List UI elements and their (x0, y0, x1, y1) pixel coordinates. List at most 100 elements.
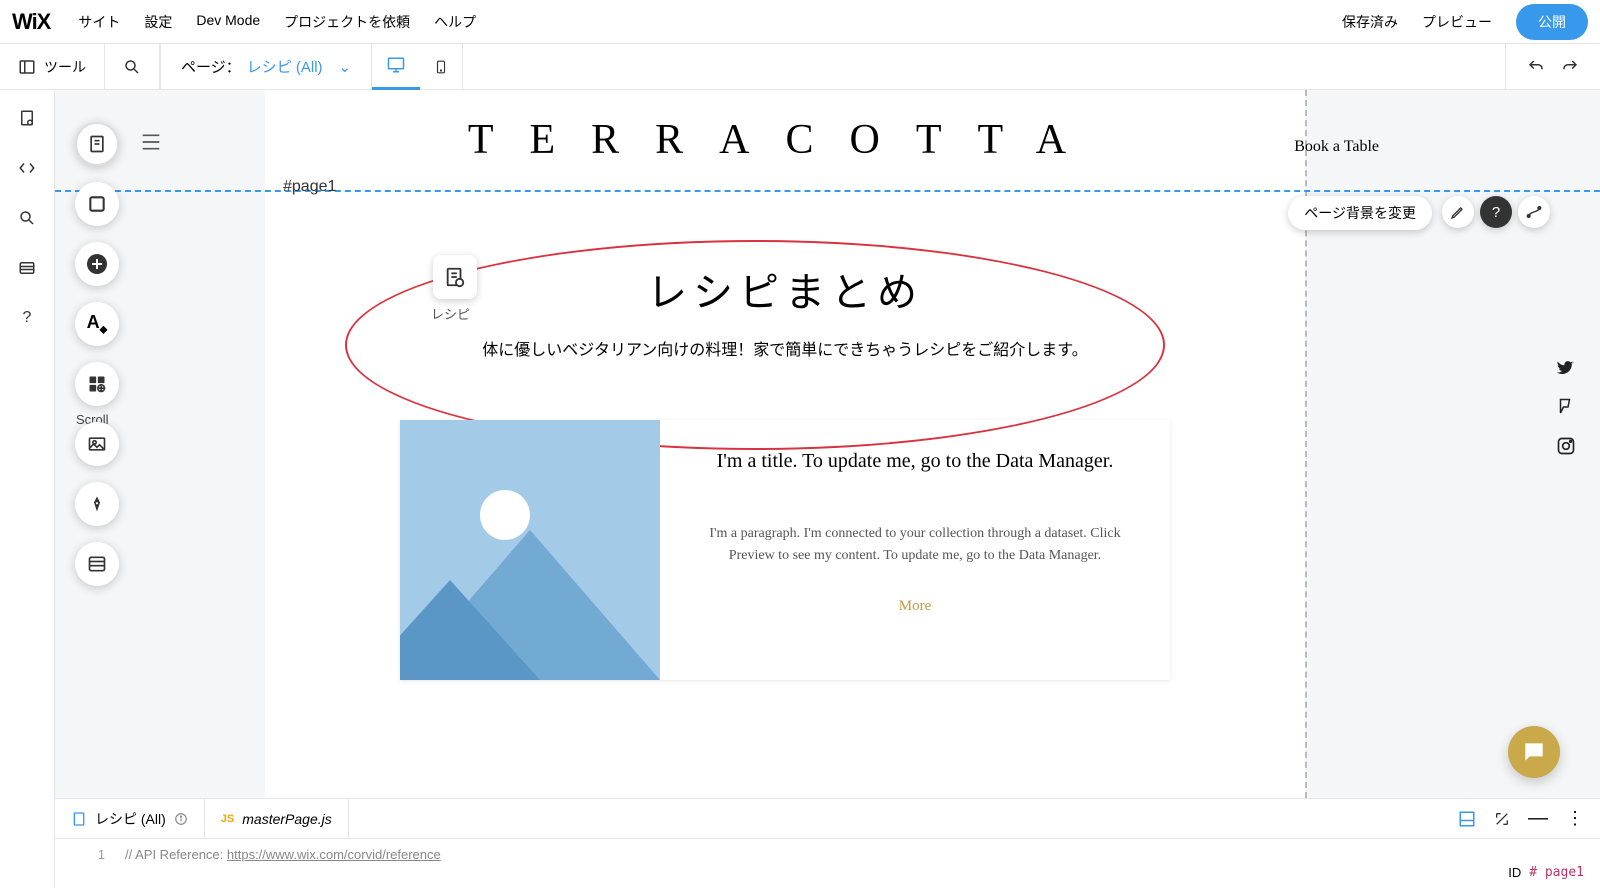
menu-settings[interactable]: 設定 (144, 12, 172, 32)
expand-icon (1494, 811, 1510, 827)
rail-help-icon[interactable]: ? (17, 308, 37, 328)
edit-pen-button[interactable] (1442, 196, 1474, 228)
saved-status: 保存済み (1342, 12, 1398, 32)
undo-icon (1526, 58, 1546, 76)
code-minimize-button[interactable]: — (1528, 807, 1548, 830)
code-layout-button[interactable] (1458, 810, 1476, 828)
card-body: I'm a title. To update me, go to the Dat… (660, 420, 1170, 680)
hero-description[interactable]: 体に優しいベジタリアン向けの料理！家で簡単にできちゃうレシピをご紹介します。 (265, 336, 1305, 360)
search-toolbar-button[interactable] (105, 44, 160, 90)
help-round-button[interactable]: ? (1480, 196, 1512, 228)
content-manager-button[interactable] (75, 542, 119, 586)
device-toggle (372, 44, 463, 90)
site-title[interactable]: TERRACOTTA (468, 116, 1102, 164)
site-header: TERRACOTTA Book a Table (265, 90, 1305, 190)
square-icon (87, 194, 107, 214)
main-menu: サイト 設定 Dev Mode プロジェクトを依頼 ヘルプ (78, 12, 476, 32)
document-icon (87, 134, 107, 154)
floating-tool-column: A◆ (75, 122, 119, 586)
info-icon[interactable] (174, 812, 188, 826)
page-code-icon (71, 811, 87, 827)
hamburger-icon[interactable] (138, 132, 164, 152)
add-button[interactable] (75, 242, 119, 286)
social-icons (1556, 360, 1576, 456)
undo-button[interactable] (1526, 58, 1546, 76)
rail-search-icon[interactable] (17, 208, 37, 228)
hero-title[interactable]: レシピまとめ (265, 260, 1305, 318)
wix-logo: WiX (12, 9, 50, 35)
page-name: レシピ (All) (247, 56, 323, 77)
theme-button[interactable]: A◆ (75, 302, 119, 346)
rail-page-icon[interactable] (17, 108, 37, 128)
hero-section: レシピ レシピまとめ 体に優しいベジタリアン向けの料理！家で簡単にできちゃうレシ… (265, 260, 1305, 680)
list-icon (87, 554, 107, 574)
undo-redo-group (1505, 44, 1600, 90)
desktop-icon (386, 56, 406, 74)
apps-icon (87, 374, 107, 394)
chat-icon (1521, 739, 1547, 765)
card-more-link[interactable]: More (696, 598, 1134, 615)
top-menu-bar: WiX サイト 設定 Dev Mode プロジェクトを依頼 ヘルプ 保存済み プ… (0, 0, 1600, 44)
tools-label: ツール (44, 57, 86, 77)
card-title[interactable]: I'm a title. To update me, go to the Dat… (696, 450, 1134, 473)
element-id-display: ID # page1 (1508, 865, 1584, 880)
editor-toolbar: ツール ページ： レシピ (All) ⌄ (0, 44, 1600, 90)
mobile-view-button[interactable] (420, 44, 462, 90)
page-prefix: ページ： (181, 56, 241, 77)
placeholder-mountain2-icon (400, 580, 540, 680)
tools-button[interactable]: ツール (0, 44, 105, 90)
code-gutter: 1 (55, 847, 125, 862)
menu-help[interactable]: ヘルプ (434, 12, 476, 32)
code-url[interactable]: https://www.wix.com/corvid/reference (227, 847, 441, 862)
code-tab-page[interactable]: レシピ (All) (55, 799, 205, 839)
instagram-icon[interactable] (1556, 436, 1576, 456)
rail-code-icon[interactable] (17, 158, 37, 178)
media-button[interactable] (75, 422, 119, 466)
preview-button[interactable]: プレビュー (1422, 12, 1492, 32)
book-table-link[interactable]: Book a Table (1294, 138, 1379, 156)
twitter-icon[interactable] (1556, 360, 1576, 378)
theme-icon: A◆ (87, 312, 108, 336)
code-tab-master-label: masterPage.js (242, 811, 331, 827)
page-selector[interactable]: ページ： レシピ (All) ⌄ (160, 44, 372, 90)
path-round-button[interactable] (1518, 196, 1550, 228)
code-line[interactable]: 1 // API Reference: https://www.wix.com/… (55, 839, 1600, 869)
dataset-icon (444, 266, 466, 288)
foursquare-icon[interactable] (1556, 396, 1576, 418)
code-more-button[interactable]: ⋮ (1566, 808, 1584, 829)
apps-button[interactable] (75, 362, 119, 406)
dataset-badge[interactable] (433, 255, 477, 299)
blog-button[interactable] (75, 482, 119, 526)
dataset-label: レシピ (431, 304, 470, 323)
menu-dev-mode[interactable]: Dev Mode (196, 12, 260, 32)
code-tab-master[interactable]: JS masterPage.js (205, 799, 349, 839)
redo-icon (1560, 58, 1580, 76)
card-paragraph[interactable]: I'm a paragraph. I'm connected to your c… (696, 523, 1134, 568)
redo-button[interactable] (1560, 58, 1580, 76)
id-value[interactable]: # page1 (1529, 865, 1584, 880)
pages-panel-button[interactable] (75, 122, 119, 166)
pen-icon (1450, 204, 1466, 220)
path-icon (1526, 204, 1542, 220)
desktop-view-button[interactable] (372, 44, 420, 90)
rail-database-icon[interactable] (17, 258, 37, 278)
recipe-card[interactable]: I'm a title. To update me, go to the Dat… (400, 420, 1170, 680)
chat-fab[interactable] (1508, 726, 1560, 778)
chevron-down-icon: ⌄ (339, 58, 352, 76)
js-icon: JS (221, 813, 234, 825)
canvas-area: #page1 ページ背景を変更 ? TERRACOTTA Book a Tabl… (55, 90, 1600, 798)
id-label: ID (1508, 865, 1521, 880)
code-comment: // API Reference: (125, 847, 227, 862)
publish-button[interactable]: 公開 (1516, 4, 1588, 40)
layout-icon (1458, 810, 1476, 828)
section-button[interactable] (75, 182, 119, 226)
menu-site[interactable]: サイト (78, 12, 120, 32)
change-page-bg-button[interactable]: ページ背景を変更 (1288, 196, 1432, 230)
site-canvas[interactable]: TERRACOTTA Book a Table レシピ レシピまとめ 体に優しい… (265, 90, 1305, 798)
code-panel-tabs: レシピ (All) JS masterPage.js — ⋮ (55, 799, 1600, 839)
code-expand-button[interactable] (1494, 811, 1510, 827)
card-image-placeholder (400, 420, 660, 680)
menu-hire[interactable]: プロジェクトを依頼 (284, 12, 410, 32)
code-tab-page-label: レシピ (All) (95, 809, 166, 829)
mobile-icon (434, 57, 448, 77)
